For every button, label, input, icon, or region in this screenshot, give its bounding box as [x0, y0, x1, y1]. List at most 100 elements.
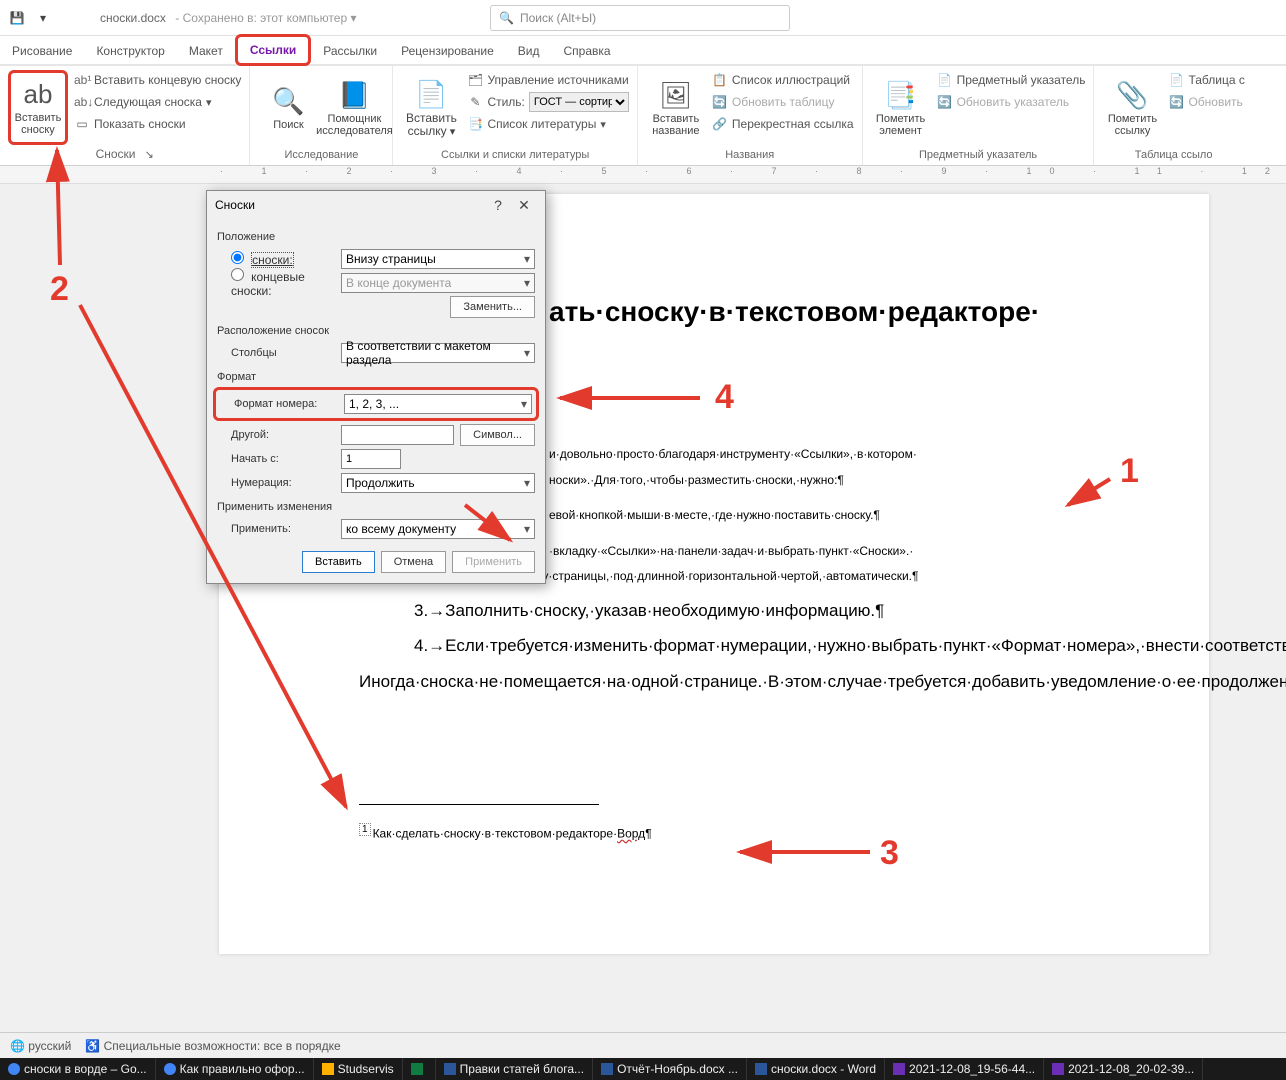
list-of-figures-button[interactable]: 📋Список иллюстраций [712, 70, 854, 90]
group-captions: 🖼Вставить название 📋Список иллюстраций 🔄… [638, 66, 863, 165]
taskbar: сноски в ворде – Go... Как правильно офо… [0, 1058, 1286, 1080]
cross-reference-button[interactable]: 🔗Перекрестная ссылка [712, 114, 854, 134]
start-at-input[interactable] [341, 449, 401, 469]
number-format-label: Формат номера: [220, 398, 338, 410]
title-bar: 💾 ▾ сноски.docx - Сохранено в: этот комп… [0, 0, 1286, 36]
magnifier-icon: 🔍 [272, 86, 304, 117]
custom-mark-label: Другой: [217, 429, 335, 441]
accessibility-status[interactable]: ♿ Специальные возможности: все в порядке [85, 1039, 340, 1053]
search-button[interactable]: 🔍Поиск [258, 70, 318, 147]
ribbon-tabs: Рисование Конструктор Макет Ссылки Рассы… [0, 36, 1286, 66]
group-label-footnotes: Сноски ↘ [8, 145, 241, 163]
caption-icon: 🖼 [659, 80, 692, 111]
taskbar-item[interactable]: 2021-12-08_19-56-44... [885, 1058, 1044, 1080]
search-input[interactable]: 🔍 Поиск (Alt+Ы) [490, 5, 790, 31]
apply-button[interactable]: Применить [452, 551, 535, 573]
numbering-select[interactable]: Продолжить▾ [341, 473, 535, 493]
group-citations: 📄Вставить ссылку ▾ 🗂Управление источника… [393, 66, 637, 165]
bibliography-button[interactable]: 📑Список литературы ▾ [467, 114, 628, 134]
tab-help[interactable]: Справка [552, 38, 623, 64]
tab-mailings[interactable]: Рассылки [311, 38, 389, 64]
endnotes-position-select: В конце документа▾ [341, 273, 535, 293]
taskbar-item[interactable]: Правки статей блога... [436, 1058, 593, 1080]
insert-index-button[interactable]: 📄Предметный указатель [937, 70, 1086, 90]
convert-button[interactable]: Заменить... [450, 296, 535, 318]
index-icon: 📑 [884, 80, 916, 111]
list-item: ·установлена·внизу·страницы,·под·длинной… [439, 562, 1169, 588]
mark-citation-button[interactable]: 📎Пометить ссылку [1102, 70, 1162, 147]
footnotes-dialog: Сноски ? ✕ Положение сноски: Внизу стран… [206, 190, 546, 584]
mark-index-entry-button[interactable]: 📑Пометить элемент [871, 70, 931, 147]
researcher-button[interactable]: 📘Помощник исследователя [324, 70, 384, 147]
footnote-separator [359, 804, 599, 805]
style-select[interactable]: ✎Стиль: ГОСТ — сортиро [467, 92, 628, 112]
taskbar-item[interactable]: 2021-12-08_20-02-39... [1044, 1058, 1203, 1080]
section-position: Положение [217, 231, 535, 243]
footnote-number: 1 [359, 823, 371, 836]
group-label-captions: Названия [646, 147, 854, 163]
heading: ать·сноску·в·текстовом·редакторе· [549, 294, 1169, 330]
annotation-1: 1 [1120, 452, 1139, 491]
manage-sources-button[interactable]: 🗂Управление источниками [467, 70, 628, 90]
tab-design[interactable]: Конструктор [84, 38, 176, 64]
apply-to-label: Применить: [217, 523, 335, 535]
list-item: 4.→Если·требуется·изменить·формат·нумера… [414, 633, 1169, 659]
apply-to-select[interactable]: ко всему документу▾ [341, 519, 535, 539]
update-index-button[interactable]: 🔄Обновить указатель [937, 92, 1086, 112]
cancel-button[interactable]: Отмена [381, 551, 446, 573]
search-icon: 🔍 [499, 11, 514, 25]
language-indicator[interactable]: 🌐 русский [10, 1039, 71, 1053]
footnotes-position-select[interactable]: Внизу страницы▾ [341, 249, 535, 269]
symbol-button[interactable]: Символ... [460, 424, 535, 446]
insert-footnote-button[interactable]: ab Вставить сноску [8, 70, 68, 145]
radio-footnotes[interactable]: сноски: [217, 251, 335, 267]
ribbon: ab Вставить сноску ab¹Вставить концевую … [0, 66, 1286, 166]
radio-endnotes[interactable]: концевые сноски: [217, 268, 335, 298]
insert-endnote-button[interactable]: ab¹Вставить концевую сноску [74, 70, 241, 90]
horizontal-ruler: · 1 · 2 · 3 · 4 · 5 · 6 · 7 · 8 · 9 · 10… [0, 166, 1286, 184]
columns-select[interactable]: В соответствии с макетом раздела▾ [341, 343, 535, 363]
columns-label: Столбцы [217, 347, 335, 359]
dialog-titlebar: Сноски ? ✕ [207, 191, 545, 219]
next-footnote-button[interactable]: ab↓Следующая сноска ▾ [74, 92, 241, 112]
footnote-text[interactable]: 1Как·сделать·сноску·в·текстовом·редактор… [359, 824, 652, 843]
toa-icon: 📎 [1116, 80, 1148, 111]
book-icon: 📘 [338, 80, 370, 111]
taskbar-item[interactable] [403, 1058, 436, 1080]
insert-citation-button[interactable]: 📄Вставить ссылку ▾ [401, 70, 461, 147]
save-icon[interactable]: 💾 [8, 9, 26, 27]
taskbar-item[interactable]: Отчёт-Ноябрь.docx ... [593, 1058, 747, 1080]
tab-drawing[interactable]: Рисование [0, 38, 84, 64]
show-footnotes-button[interactable]: ▭Показать сноски [74, 114, 241, 134]
taskbar-item[interactable]: Как правильно офор... [156, 1058, 314, 1080]
taskbar-item[interactable]: Studservis [314, 1058, 403, 1080]
tab-layout[interactable]: Макет [177, 38, 235, 64]
tab-review[interactable]: Рецензирование [389, 38, 506, 64]
help-icon[interactable]: ? [485, 197, 511, 213]
list-item: ·вкладку·«Ссылки»·на·панели·задач·и·выбр… [549, 537, 1169, 563]
status-bar: 🌐 русский ♿ Специальные возможности: все… [0, 1032, 1286, 1058]
update-table-button[interactable]: 🔄Обновить таблицу [712, 92, 854, 112]
taskbar-item[interactable]: сноски в ворде – Go... [0, 1058, 156, 1080]
insert-toa-button[interactable]: 📄Таблица с [1168, 70, 1244, 90]
custom-mark-input[interactable] [341, 425, 454, 445]
insert-caption-button[interactable]: 🖼Вставить название [646, 70, 706, 147]
annotation-4: 4 [715, 378, 734, 417]
document-viewport[interactable]: ать·сноску·в·текстовом·редакторе· и·дово… [0, 184, 1286, 1032]
style-dropdown[interactable]: ГОСТ — сортиро [529, 92, 629, 112]
number-format-select[interactable]: 1, 2, 3, ...▾ [344, 394, 532, 414]
tab-view[interactable]: Вид [506, 38, 552, 64]
update-toa-button[interactable]: 🔄Обновить [1168, 92, 1244, 112]
group-label-research: Исследование [258, 147, 384, 163]
taskbar-item[interactable]: сноски.docx - Word [747, 1058, 885, 1080]
list-item: 3.→Заполнить·сноску,·указав·необходимую·… [414, 598, 1169, 624]
list-item: евой·кнопкой·мыши·в·месте,·где·нужно·пос… [549, 501, 1169, 527]
close-icon[interactable]: ✕ [511, 197, 537, 214]
group-label-index: Предметный указатель [871, 147, 1086, 163]
undo-dropdown-icon[interactable]: ▾ [34, 9, 52, 27]
start-at-label: Начать с: [217, 453, 335, 465]
tab-references[interactable]: Ссылки [235, 34, 311, 66]
section-apply: Применить изменения [217, 501, 535, 513]
document-filename: сноски.docx - Сохранено в: этот компьюте… [100, 11, 356, 25]
insert-button[interactable]: Вставить [302, 551, 375, 573]
